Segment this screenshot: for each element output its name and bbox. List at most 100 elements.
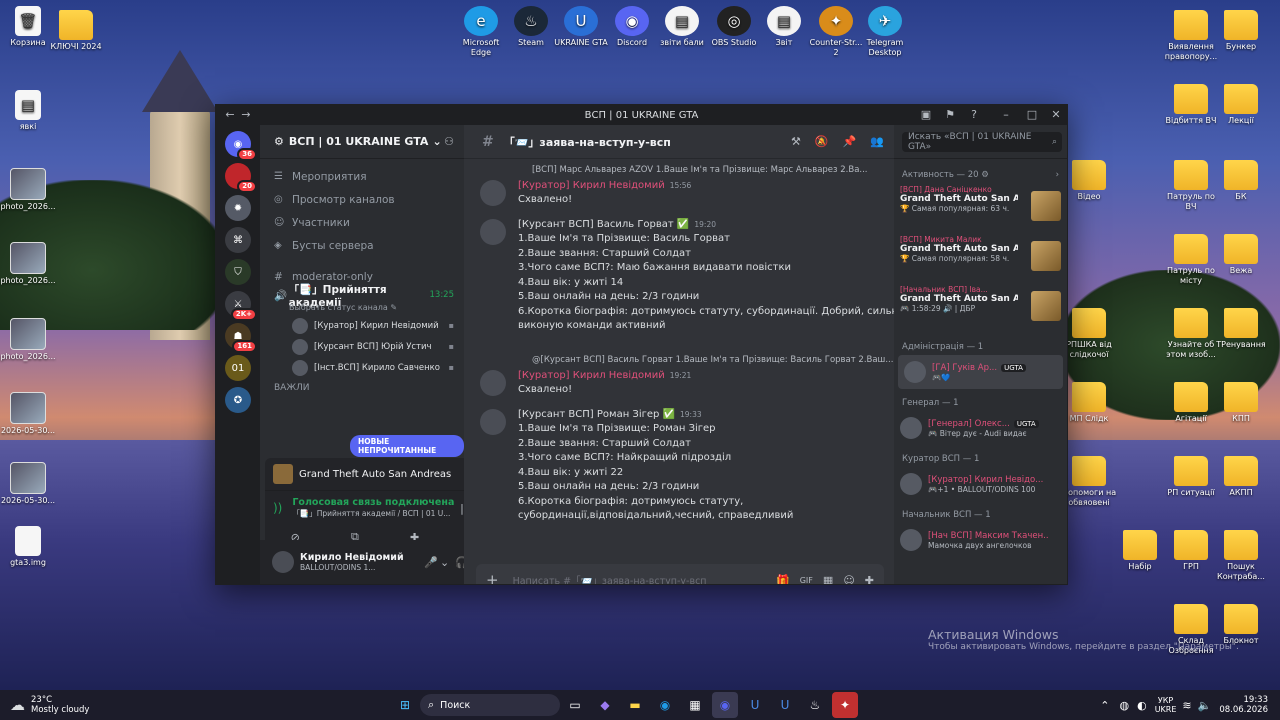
edge-icon[interactable]: ◉	[652, 692, 678, 718]
pin-icon[interactable]: ⚑	[938, 105, 962, 125]
server-icon[interactable]: ⛉	[225, 259, 251, 285]
language-indicator[interactable]: УКР UKRE	[1155, 696, 1177, 714]
voice-channel[interactable]: 🔊 「📑」Прийняття академії 13:25	[274, 284, 454, 309]
desktop-app-icon[interactable]: ▤ Звіт	[756, 6, 812, 48]
discord-taskbar-icon[interactable]: ◉	[712, 692, 738, 718]
author-name[interactable]: [Куратор] Кирил Невідомий	[518, 180, 665, 191]
desktop-app-icon[interactable]: ✦ Counter-Str... 2	[808, 6, 864, 58]
notifications-off-icon[interactable]: 🔕	[815, 135, 829, 148]
desktop-icon[interactable]: photo_2026...	[0, 242, 56, 286]
message-input[interactable]: Написать #「📨」заява-на-вступ-у-всп	[513, 573, 707, 584]
app-taskbar-icon[interactable]: ✦	[832, 692, 858, 718]
desktop-app-icon[interactable]: e Microsoft Edge	[453, 6, 509, 58]
pinned-icon[interactable]: 📌	[843, 135, 857, 148]
desktop-icon[interactable]: КЛЮЧІ 2024	[48, 10, 104, 52]
signal-icon[interactable]: ))	[273, 501, 282, 515]
chat-message[interactable]: @[Курсант ВСП] Василь Горват 1.Ваше Ім'я…	[464, 355, 893, 398]
server-nav-item[interactable]: ◈ Бусты сервера	[274, 234, 454, 257]
volume-tray-icon[interactable]: ◐	[1137, 699, 1147, 712]
voice-user[interactable]: [Інст.ВСП] Кирило Савченко ▪	[274, 357, 454, 378]
author-name[interactable]: [Куратор] Кирил Невідомий	[518, 370, 665, 381]
maximize-button[interactable]: □	[1020, 105, 1044, 125]
wifi-icon[interactable]: ≋	[1182, 699, 1191, 712]
desktop-folder-icon[interactable]: РП ситуації	[1163, 456, 1219, 498]
widgets-icon[interactable]: ◆	[592, 692, 618, 718]
desktop-app-icon[interactable]: ▤ звіти бали	[654, 6, 710, 48]
desktop-icon[interactable]: 2026-05-30...	[0, 392, 56, 436]
user-avatar[interactable]	[272, 551, 294, 573]
apps-icon[interactable]: ✚	[865, 574, 874, 585]
desktop-icon[interactable]: photo_2026...	[0, 168, 56, 212]
activity-card[interactable]: [ВСП] Дана Саніцкенко Grand Theft Auto Sa…	[900, 185, 1061, 233]
member-item[interactable]: [Куратор] Кирил Невідо... 🎮+1 • BALLOUT/O…	[894, 467, 1067, 501]
desktop-folder-icon[interactable]: Виявлення правопору...	[1163, 10, 1219, 62]
desktop-folder-icon[interactable]: ГРП	[1163, 530, 1219, 572]
member-item[interactable]: [Генерал] Олекс... UGTA 🎮 Вітер дує - Audi…	[894, 411, 1067, 445]
voice-user[interactable]: [Курсант ВСП] Юрій Устич ▪	[274, 336, 454, 357]
activity-card[interactable]: [ВСП] Микита МаликGrand Theft Auto San A…	[900, 235, 1061, 283]
search-input[interactable]: Искать «ВСП | 01 UKRAINE GTA» ⌕	[902, 131, 1062, 152]
desktop-app-icon[interactable]: ◉ Discord	[604, 6, 660, 48]
microphone-icon[interactable]: 🎤	[424, 556, 438, 569]
steam-taskbar-icon[interactable]: ♨	[802, 692, 828, 718]
desktop-icon[interactable]: photo_2026...	[0, 318, 56, 362]
desktop-folder-icon[interactable]: ТРенування	[1213, 308, 1269, 350]
member-list-icon[interactable]: 👥	[870, 135, 884, 148]
avatar[interactable]	[480, 370, 506, 396]
server-nav-item[interactable]: ☺ Участники	[274, 211, 454, 234]
server-icon[interactable]: ☗ 161	[225, 323, 257, 353]
network-icon[interactable]: ◍	[1119, 699, 1129, 712]
author-name[interactable]: [Курсант ВСП] Василь Горват ✅	[518, 219, 689, 230]
desktop-folder-icon[interactable]: МП Слідк	[1061, 382, 1117, 424]
emoji-icon[interactable]: ☺	[843, 574, 854, 585]
chevron-down-icon[interactable]: ⌄	[440, 556, 449, 569]
desktop-icon[interactable]: 2026-05-30...	[0, 462, 56, 506]
help-icon[interactable]: ?	[962, 105, 986, 125]
desktop-app-icon[interactable]: U UKRAINE GTA	[553, 6, 609, 48]
reply-preview[interactable]: @[Курсант ВСП] Василь Горват 1.Ваше Ім'я…	[464, 355, 893, 368]
desktop-folder-icon[interactable]: Патруль по місту	[1163, 234, 1219, 286]
weather-widget[interactable]: ☁ 23°C Mostly cloudy	[10, 695, 390, 715]
desktop-folder-icon[interactable]: Допомоги на обвяовені	[1061, 456, 1117, 508]
chevron-right-icon[interactable]: ›	[1056, 170, 1059, 180]
gif-icon[interactable]: GIF	[800, 576, 813, 585]
author-name[interactable]: [Курсант ВСП] Роман Зігер ✅	[518, 409, 675, 420]
clock[interactable]: 19:33 08.06.2026	[1219, 695, 1268, 715]
add-member-icon[interactable]: ⚇	[444, 135, 454, 148]
server-nav-item[interactable]: ◎ Просмотр каналов	[274, 188, 454, 211]
gift-icon[interactable]: 🎁	[776, 574, 790, 585]
avatar[interactable]	[480, 219, 506, 245]
server-icon[interactable]: 01	[225, 355, 251, 381]
sticker-icon[interactable]: ▦	[823, 574, 833, 585]
desktop-folder-icon[interactable]: Відео	[1061, 160, 1117, 202]
chat-message[interactable]: [Курсант ВСП] Василь Горват ✅ 19:20 1.Ваше…	[464, 217, 911, 334]
desktop-folder-icon[interactable]: Патруль по ВЧ	[1163, 160, 1219, 212]
desktop-folder-icon[interactable]: БК	[1213, 160, 1269, 202]
activity-header[interactable]: Активность — 20 ⚙ ›	[894, 167, 1067, 183]
chat-message[interactable]: [ВСП] Марс Альварез AZOV 1.Ваше Ім'я та …	[464, 165, 884, 208]
server-icon[interactable]: ✪	[225, 387, 251, 413]
threads-icon[interactable]: ⚒	[791, 135, 801, 148]
voice-user[interactable]: [Куратор] Кирил Невідомий ▪	[274, 315, 454, 336]
server-header[interactable]: ⚙ ВСП | 01 UKRAINE GTA ⌄ ⚇	[260, 125, 464, 159]
file-explorer-icon[interactable]: ▬	[622, 692, 648, 718]
desktop-icon[interactable]: ▤ явкі	[0, 90, 56, 132]
ukraine-gta-icon-2[interactable]: U	[772, 692, 798, 718]
member-item[interactable]: [ГА] Гуків Ар... UGTA 🎮💙	[898, 355, 1063, 389]
activity-card[interactable]: [Начальник ВСП] Іва... Grand Theft Auto S…	[900, 285, 1061, 333]
server-icon[interactable]: ⚔ 2K+	[225, 291, 257, 321]
server-icon[interactable]: ✹	[225, 195, 251, 221]
minimize-button[interactable]: –	[994, 105, 1018, 125]
desktop-app-icon[interactable]: ♨ Steam	[503, 6, 559, 48]
chat-message[interactable]: [Курсант ВСП] Роман Зігер ✅ 19:33 1.Ваше І…	[464, 407, 884, 524]
server-icon[interactable]: ◉ 36	[225, 131, 257, 161]
desktop-folder-icon[interactable]: Бункер	[1213, 10, 1269, 52]
ukraine-gta-icon[interactable]: U	[742, 692, 768, 718]
desktop-folder-icon[interactable]: Відбиття ВЧ	[1163, 84, 1219, 126]
desktop-folder-icon[interactable]: Лекції	[1213, 84, 1269, 126]
speaker-icon[interactable]: 🔈	[1198, 699, 1212, 712]
new-unread-pill[interactable]: НОВЫЕ НЕПРОЧИТАННЫЕ	[350, 435, 464, 457]
tray-chevron-icon[interactable]: ⌃	[1100, 699, 1109, 712]
desktop-app-icon[interactable]: ◎ OBS Studio	[706, 6, 762, 48]
attach-plus-icon[interactable]: +	[486, 571, 499, 584]
